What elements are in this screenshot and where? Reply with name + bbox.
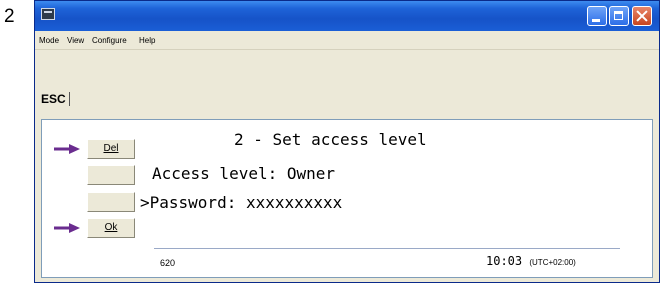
- status-time: 10:03: [486, 254, 523, 268]
- minimize-icon[interactable]: [587, 6, 607, 26]
- ok-button-label: Ok: [104, 222, 118, 233]
- status-timezone: (UTC+02:00): [529, 258, 576, 267]
- menu-bar: Mode View Configure Help: [35, 31, 659, 50]
- menu-item-configure[interactable]: Configure: [92, 36, 127, 45]
- status-divider: [154, 248, 620, 249]
- toolbar-area: [35, 50, 659, 120]
- access-level-line: Access level: Owner: [152, 164, 336, 183]
- arrow-right-icon: [54, 223, 80, 233]
- status-code: 620: [160, 258, 176, 268]
- maximize-icon[interactable]: [609, 6, 629, 26]
- application-window: Mode View Configure Help ESC Del Ok 2 - …: [34, 0, 660, 283]
- menu-item-mode[interactable]: Mode: [39, 36, 59, 45]
- esc-button[interactable]: ESC: [41, 92, 70, 106]
- menu-item-help[interactable]: Help: [139, 36, 155, 45]
- softkey-2-button[interactable]: [87, 165, 135, 185]
- arrow-right-icon: [54, 144, 80, 154]
- close-icon[interactable]: [632, 6, 652, 26]
- del-button[interactable]: Del: [87, 139, 135, 159]
- ok-button[interactable]: Ok: [87, 218, 135, 238]
- app-window-icon[interactable]: [41, 8, 55, 20]
- display-panel: Del Ok 2 - Set access level Access level…: [41, 119, 653, 278]
- menu-item-view[interactable]: View: [67, 36, 84, 45]
- del-button-label: Del: [103, 143, 119, 154]
- status-clock: 10:03 (UTC+02:00): [486, 254, 576, 268]
- step-number: 2: [4, 6, 15, 27]
- password-line[interactable]: >Password: xxxxxxxxxx: [140, 193, 342, 212]
- softkey-3-button[interactable]: [87, 192, 135, 212]
- screen-title: 2 - Set access level: [234, 130, 427, 149]
- title-bar[interactable]: [35, 1, 659, 31]
